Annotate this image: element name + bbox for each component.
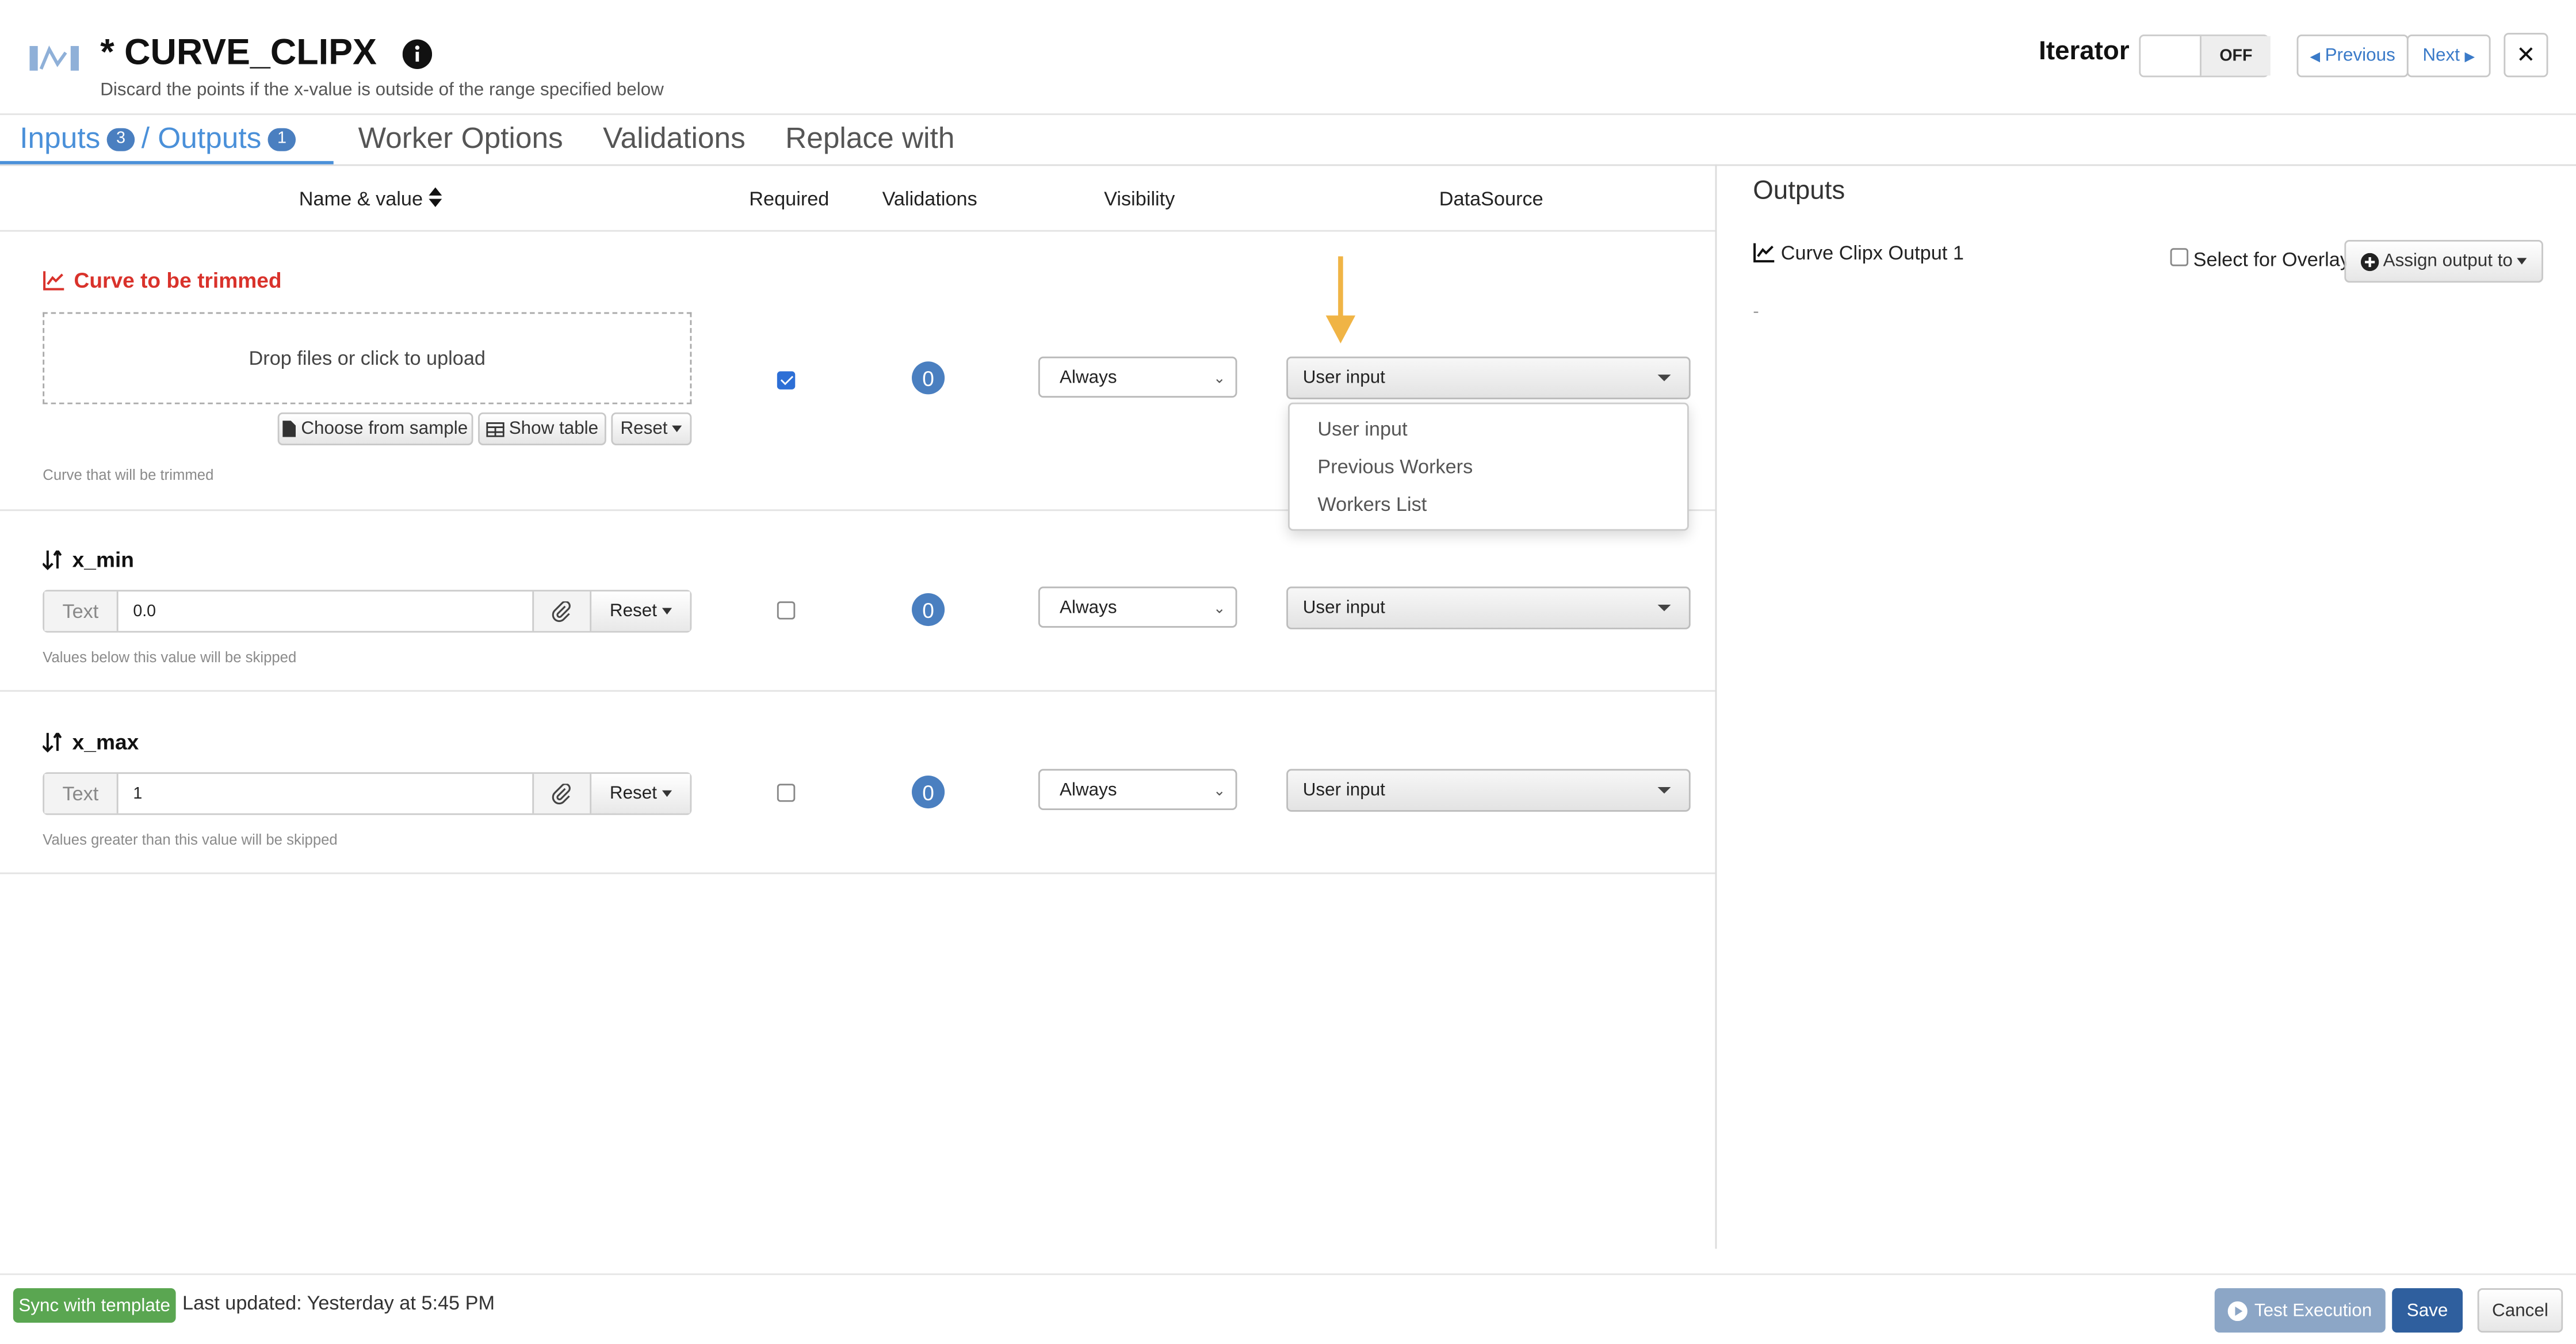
xmin-input[interactable]: 0.0 xyxy=(119,591,533,631)
iterator-state: OFF xyxy=(2200,36,2271,76)
menu-item-workers-list[interactable]: Workers List xyxy=(1317,493,1427,516)
sync-template-button[interactable]: Sync with template xyxy=(13,1288,176,1323)
reset-dropdown-button[interactable]: Reset xyxy=(590,591,690,631)
outputs-count-badge: 1 xyxy=(267,128,296,152)
required-checkbox[interactable] xyxy=(777,371,796,390)
param-xmin-title: x_min xyxy=(43,547,134,572)
text-addon: Text xyxy=(44,591,119,631)
param-xmax-title: x_max xyxy=(43,730,139,754)
caret-down-icon xyxy=(2517,258,2528,265)
inputs-count-badge: 3 xyxy=(106,128,135,152)
output-placeholder: - xyxy=(1753,302,1759,322)
caret-down-icon xyxy=(1657,375,1671,381)
test-execution-button[interactable]: Test Execution xyxy=(2214,1288,2386,1333)
chevron-down-icon: ⌄ xyxy=(1213,369,1226,385)
cancel-button[interactable]: Cancel xyxy=(2477,1288,2563,1333)
app-logo-icon xyxy=(29,45,79,71)
chevron-down-icon: ⌄ xyxy=(1213,781,1226,798)
file-icon xyxy=(282,421,296,437)
page: * CURVE_CLIPX Discard the points if the … xyxy=(0,0,2576,1342)
plus-circle-icon xyxy=(2360,252,2379,270)
show-table-button[interactable]: Show table xyxy=(478,412,606,445)
visibility-select[interactable]: Always ⌄ xyxy=(1038,769,1237,810)
datasource-dropdown[interactable]: User input xyxy=(1286,586,1691,629)
caret-left-icon: ◀ xyxy=(2310,48,2321,63)
param-curve-title: Curve to be trimmed xyxy=(43,268,282,292)
caret-down-icon xyxy=(1657,604,1671,612)
table-icon xyxy=(486,421,505,437)
tab-worker-options[interactable]: Worker Options xyxy=(358,121,563,156)
xmin-input-group: Text 0.0 Reset xyxy=(43,590,692,633)
menu-item-user-input[interactable]: User input xyxy=(1317,417,1407,440)
caret-right-icon: ▶ xyxy=(2464,48,2475,63)
xmax-input-group: Text 1 Reset xyxy=(43,772,692,815)
tab-validations[interactable]: Validations xyxy=(603,121,746,156)
caret-down-icon xyxy=(1657,786,1671,794)
col-required: Required xyxy=(749,187,830,211)
iterator-label: Iterator xyxy=(2039,37,2130,66)
chevron-down-icon: ⌄ xyxy=(1213,598,1226,616)
sort-numeric-icon xyxy=(43,549,62,570)
sort-numeric-icon xyxy=(43,732,62,752)
datasource-dropdown[interactable]: User input xyxy=(1286,769,1691,812)
output-item: Curve Clipx Output 1 xyxy=(1753,242,1964,265)
choose-sample-button[interactable]: Choose from sample xyxy=(277,412,473,445)
validations-count-badge[interactable]: 0 xyxy=(912,593,945,627)
reset-dropdown-button[interactable]: Reset xyxy=(590,774,690,814)
validations-count-badge[interactable]: 0 xyxy=(912,361,945,395)
col-validations: Validations xyxy=(882,187,977,211)
caret-down-icon xyxy=(672,425,683,433)
col-visibility: Visibility xyxy=(1104,187,1175,211)
col-name-value[interactable]: Name & value xyxy=(299,187,442,211)
info-icon[interactable] xyxy=(402,39,433,69)
line-chart-icon xyxy=(1753,243,1775,263)
select-overlay-label: Select for Overlay xyxy=(2193,248,2350,272)
datasource-menu: User input Previous Workers Workers List xyxy=(1288,402,1689,531)
output-name: Curve Clipx Output 1 xyxy=(1780,241,1964,265)
xmax-input[interactable]: 1 xyxy=(119,774,533,814)
menu-item-previous-workers[interactable]: Previous Workers xyxy=(1317,455,1473,478)
assign-output-button[interactable]: Assign output to xyxy=(2344,239,2543,283)
caret-down-icon xyxy=(662,608,672,615)
col-datasource: DataSource xyxy=(1439,187,1543,211)
paperclip-icon[interactable] xyxy=(532,591,590,631)
sort-icon xyxy=(428,187,442,207)
line-chart-icon xyxy=(43,270,64,290)
text-addon: Text xyxy=(44,774,119,814)
iterator-toggle[interactable]: OFF xyxy=(2139,34,2271,78)
file-drop-zone[interactable]: Drop files or click to upload xyxy=(43,312,692,404)
last-updated-text: Last updated: Yesterday at 5:45 PM xyxy=(182,1291,495,1315)
datasource-dropdown[interactable]: User input xyxy=(1286,356,1691,399)
required-checkbox[interactable] xyxy=(777,601,796,620)
visibility-select[interactable]: Always ⌄ xyxy=(1038,356,1237,398)
param-hint: Curve that will be trimmed xyxy=(43,467,214,483)
overlay-checkbox[interactable] xyxy=(2170,248,2189,266)
annotation-arrow-icon xyxy=(1325,256,1356,343)
next-button[interactable]: Next ▶ xyxy=(2406,34,2491,78)
outputs-heading: Outputs xyxy=(1753,177,1845,205)
paperclip-icon[interactable] xyxy=(532,774,590,814)
param-hint: Values below this value will be skipped xyxy=(43,649,297,666)
param-hint: Values greater than this value will be s… xyxy=(43,831,338,848)
play-circle-icon xyxy=(2228,1300,2248,1320)
previous-button[interactable]: ◀ Previous xyxy=(2296,34,2409,78)
page-subtitle: Discard the points if the x-value is out… xyxy=(100,80,664,101)
validations-count-badge[interactable]: 0 xyxy=(912,775,945,809)
tab-inputs-outputs[interactable]: Inputs 3/ Outputs 1 xyxy=(20,121,302,156)
page-title: * CURVE_CLIPX xyxy=(100,31,377,72)
tab-replace-with[interactable]: Replace with xyxy=(785,121,954,156)
close-button[interactable]: ✕ xyxy=(2504,33,2548,78)
caret-down-icon xyxy=(662,790,672,797)
visibility-select[interactable]: Always ⌄ xyxy=(1038,586,1237,628)
close-icon: ✕ xyxy=(2516,41,2536,68)
reset-dropdown-button[interactable]: Reset xyxy=(611,412,692,445)
save-button[interactable]: Save xyxy=(2392,1288,2463,1333)
required-checkbox[interactable] xyxy=(777,784,796,802)
